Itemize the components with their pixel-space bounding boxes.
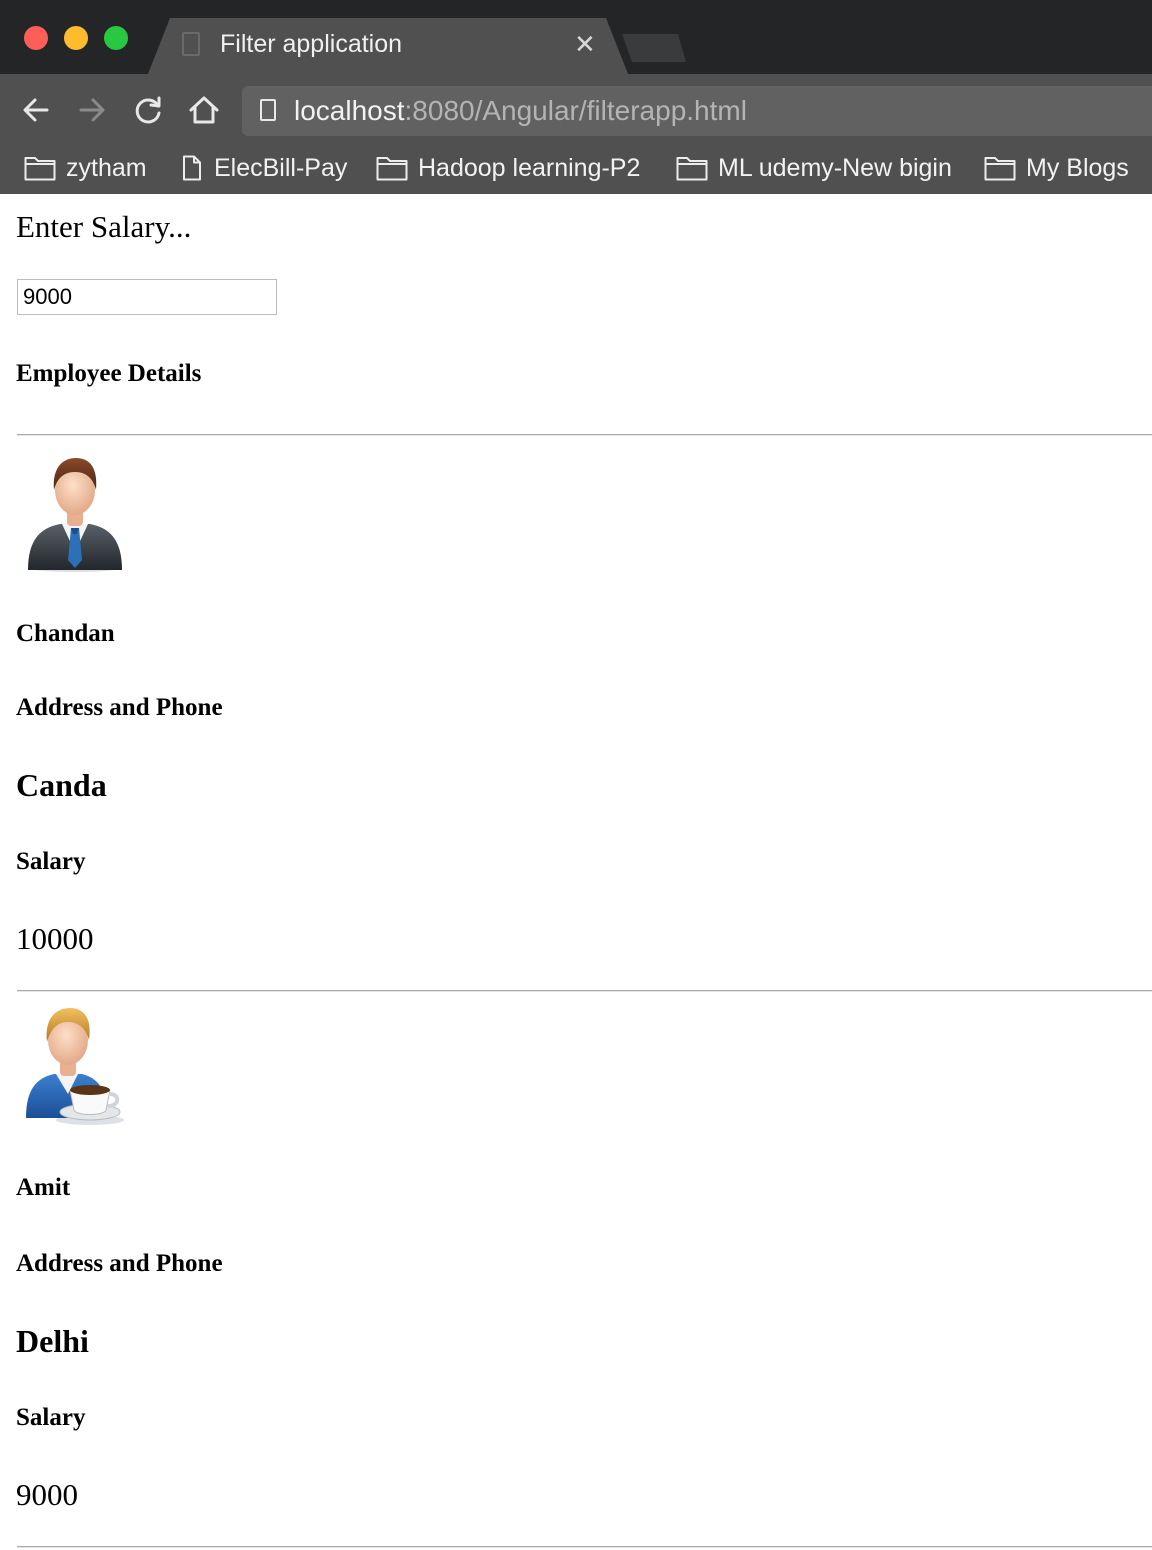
address-bar[interactable]: localhost:8080/Angular/filterapp.html [242,86,1152,136]
businessman-avatar-icon [28,458,122,572]
divider [17,1546,1152,1548]
url-host: localhost [294,95,405,126]
bookmark-ml-udemy[interactable]: ML udemy-New bigin [676,150,952,186]
divider [17,990,1152,992]
bookmark-zytham[interactable]: zytham [24,150,147,186]
address-label: Address and Phone [16,694,223,721]
bookmark-hadoop-learning[interactable]: Hadoop learning-P2 [376,150,640,186]
close-window-button[interactable] [24,26,48,50]
reload-button[interactable] [130,92,166,128]
tab-title: Filter application [220,30,403,58]
bookmark-label: ML udemy-New bigin [718,153,952,182]
tab-close-icon[interactable]: ✕ [574,30,596,58]
employee-salary: 10000 [16,921,94,956]
title-bar: Filter application ✕ [0,0,1152,74]
page-content: Enter Salary... Employee Details [0,194,1152,1550]
divider [17,434,1152,436]
maximize-window-button[interactable] [104,26,128,50]
arrow-right-icon [79,98,105,122]
home-button[interactable] [186,92,222,128]
salary-filter-input[interactable] [17,279,277,315]
employee-city: Canda [16,767,107,803]
page-info-icon[interactable] [260,99,276,121]
folder-icon [24,157,56,181]
salary-prompt: Enter Salary... [16,209,192,244]
bookmark-label: zytham [66,153,147,182]
home-icon [189,96,219,124]
page-icon [182,32,200,56]
section-title: Employee Details [16,360,202,387]
tab-filter-application[interactable]: Filter application ✕ [148,18,628,74]
page-icon [183,155,201,181]
browser-chrome: Filter application ✕ localhost:8080/Angu… [0,0,1152,194]
back-button[interactable] [18,92,54,128]
url-path: :8080/Angular/filterapp.html [404,95,747,126]
reload-icon [135,96,161,124]
arrow-left-icon [23,98,49,122]
bookmark-label: My Blogs [1026,153,1129,182]
bookmark-elecbill-pay[interactable]: ElecBill-Pay [180,150,347,186]
folder-icon [676,157,708,181]
employee-city: Delhi [16,1323,89,1359]
bookmark-label: Hadoop learning-P2 [418,153,641,182]
address-label: Address and Phone [16,1250,223,1277]
employee-salary: 9000 [16,1477,78,1512]
bookmark-label: ElecBill-Pay [214,153,348,182]
bookmarks-bar: zytham ElecBill-Pay Hadoop learning-P2 M… [0,146,1152,194]
url-text[interactable]: localhost:8080/Angular/filterapp.html [294,96,747,126]
salary-label: Salary [16,1404,86,1431]
coffee-man-avatar-icon [26,1008,124,1125]
minimize-window-button[interactable] [64,26,88,50]
browser-toolbar: localhost:8080/Angular/filterapp.html [0,74,1152,146]
salary-label: Salary [16,848,86,875]
employee-name: Chandan [16,620,115,647]
folder-icon [984,157,1016,181]
new-tab-button[interactable] [622,34,686,62]
forward-button[interactable] [74,92,110,128]
bookmark-my-blogs[interactable]: My Blogs [984,150,1129,186]
employee-name: Amit [16,1174,71,1201]
folder-icon [376,157,408,181]
